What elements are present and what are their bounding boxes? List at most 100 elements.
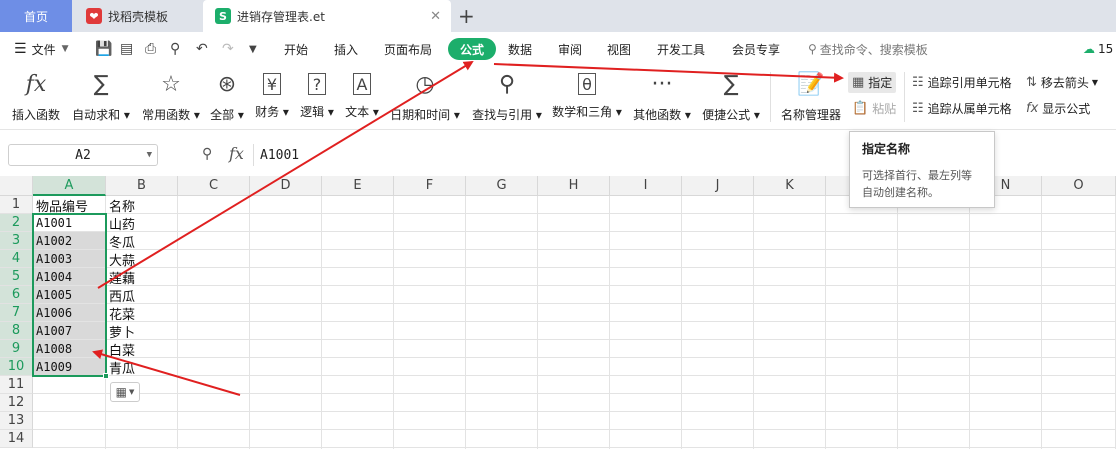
column-header-a[interactable]: A (33, 176, 106, 196)
sheet-grid[interactable]: ABCDEFGHIJKLMNO1234567891011121314物品编号名称… (0, 176, 1116, 449)
file-menu[interactable]: ☰ 文件 ▼ (14, 32, 69, 66)
row-header-10[interactable]: 10 (0, 358, 33, 376)
define-name-button[interactable]: ▦ 指定 (848, 72, 897, 93)
tab-home[interactable]: 首页 (0, 0, 72, 32)
select-all-corner[interactable] (0, 176, 33, 196)
cell-b1[interactable]: 名称 (106, 196, 178, 215)
column-header-k[interactable]: K (754, 176, 826, 196)
tab-template[interactable]: ❤ 找稻壳模板 (74, 0, 200, 32)
menu-page-layout[interactable]: 页面布局 (384, 32, 432, 66)
column-header-g[interactable]: G (466, 176, 538, 196)
menu-formula[interactable]: 公式 (448, 38, 497, 60)
new-tab-button[interactable]: + (458, 4, 475, 28)
trace-precedents-icon: ☷ (912, 75, 924, 90)
column-header-h[interactable]: H (538, 176, 610, 196)
row-header-8[interactable]: 8 (0, 322, 33, 340)
insert-function-button[interactable]: fx 插入函数 (10, 70, 62, 123)
print-icon[interactable]: ⎙ (145, 41, 156, 57)
menu-view[interactable]: 视图 (607, 32, 631, 66)
redo-icon[interactable]: ↷ (222, 41, 234, 57)
row-header-9[interactable]: 9 (0, 340, 33, 358)
cloud-status[interactable]: ☁ 15 (1083, 32, 1113, 66)
cell-b4[interactable]: 大蒜 (106, 250, 178, 269)
save-icon[interactable]: 💾 (95, 41, 112, 57)
cell-b8[interactable]: 萝卜 (106, 322, 178, 341)
menu-developer[interactable]: 开发工具 (657, 32, 705, 66)
column-header-e[interactable]: E (322, 176, 394, 196)
column-header-o[interactable]: O (1042, 176, 1116, 196)
row-header-4[interactable]: 4 (0, 250, 33, 268)
cell-b9[interactable]: 白菜 (106, 340, 178, 359)
quick-formula-button[interactable]: ∑ 便捷公式 ▾ (700, 70, 762, 123)
column-header-d[interactable]: D (250, 176, 322, 196)
chevron-down-icon: ▼ (61, 44, 69, 54)
cell-b6[interactable]: 西瓜 (106, 286, 178, 305)
row-header-6[interactable]: 6 (0, 286, 33, 304)
math-button[interactable]: θ 数学和三角 ▾ (551, 70, 623, 120)
cell-b5[interactable]: 莲藕 (106, 268, 178, 287)
menu-member[interactable]: 会员专享 (732, 32, 780, 66)
finance-button[interactable]: ¥ 财务 ▾ (253, 70, 291, 120)
row-header-12[interactable]: 12 (0, 394, 33, 412)
preview-icon[interactable]: ⚲ (170, 41, 180, 57)
quick-analysis-button[interactable]: ▦ ▼ (110, 382, 140, 402)
cell-b10[interactable]: 青瓜 (106, 358, 178, 377)
paste-name-button[interactable]: 📋 粘贴 (852, 100, 896, 117)
cell-b2[interactable]: 山药 (106, 214, 178, 233)
row-header-3[interactable]: 3 (0, 232, 33, 250)
name-manager-button[interactable]: 📝 名称管理器 (778, 70, 844, 123)
trace-precedents-button[interactable]: ☷ 追踪引用单元格 (912, 74, 1012, 91)
grid-line (33, 447, 1116, 448)
cell-a1[interactable]: 物品编号 (33, 196, 106, 215)
lookup-button[interactable]: ⚲ 查找与引用 ▾ (470, 70, 544, 123)
common-functions-button[interactable]: ☆ 常用函数 ▾ (140, 70, 202, 123)
menu-insert[interactable]: 插入 (334, 32, 358, 66)
column-header-i[interactable]: I (610, 176, 682, 196)
row-header-11[interactable]: 11 (0, 376, 33, 394)
grid-line (33, 357, 1116, 358)
close-icon[interactable]: ✕ (430, 9, 441, 24)
customize-icon[interactable]: ▼ (249, 44, 257, 55)
row-header-13[interactable]: 13 (0, 412, 33, 430)
chevron-down-icon[interactable]: ▼ (147, 150, 152, 160)
command-search[interactable]: ⚲ 查找命令、搜索模板 (808, 32, 928, 66)
star-icon: ☆ (161, 71, 181, 97)
quick-formula-label: 便捷公式 ▾ (702, 108, 760, 122)
cell-b7[interactable]: 花菜 (106, 304, 178, 323)
docer-icon: ❤ (86, 8, 102, 24)
zoom-icon[interactable]: ⚲ (202, 146, 212, 162)
column-header-f[interactable]: F (394, 176, 466, 196)
row-header-14[interactable]: 14 (0, 430, 33, 448)
logic-button[interactable]: ? 逻辑 ▾ (298, 70, 336, 120)
row-header-7[interactable]: 7 (0, 304, 33, 322)
autosum-button[interactable]: ∑ 自动求和 ▾ (70, 70, 132, 123)
name-box[interactable]: A2 ▼ (8, 144, 158, 166)
all-functions-button[interactable]: ⊛ 全部 ▾ (208, 70, 246, 123)
cell-b3[interactable]: 冬瓜 (106, 232, 178, 251)
menu-review[interactable]: 审阅 (558, 32, 582, 66)
fill-handle[interactable] (103, 373, 109, 379)
column-header-b[interactable]: B (106, 176, 178, 196)
remove-arrows-button[interactable]: ⇅ 移去箭头 ▼ (1026, 74, 1098, 91)
grid-line (33, 213, 1116, 214)
function-icon: fx (25, 71, 47, 97)
trace-dependents-button[interactable]: ☷ 追踪从属单元格 (912, 100, 1012, 117)
formula-input[interactable]: A1001 (253, 144, 833, 166)
menu-data[interactable]: 数据 (508, 32, 532, 66)
row-header-1[interactable]: 1 (0, 196, 33, 214)
row-header-2[interactable]: 2 (0, 214, 33, 232)
other-functions-label: 其他函数 ▾ (633, 108, 691, 122)
datetime-button[interactable]: ◷ 日期和时间 ▾ (388, 70, 462, 123)
autosum-label: 自动求和 ▾ (72, 108, 130, 122)
column-header-c[interactable]: C (178, 176, 250, 196)
tab-document[interactable]: S 进销存管理表.et ✕ (203, 0, 451, 32)
text-functions-button[interactable]: A 文本 ▾ (343, 70, 381, 120)
other-functions-button[interactable]: ··· 其他函数 ▾ (631, 70, 693, 123)
undo-icon[interactable]: ↶ (196, 41, 208, 57)
row-header-5[interactable]: 5 (0, 268, 33, 286)
column-header-j[interactable]: J (682, 176, 754, 196)
export-icon[interactable]: ▤ (120, 41, 133, 57)
menu-start[interactable]: 开始 (284, 32, 308, 66)
show-formula-button[interactable]: fx 显示公式 (1026, 100, 1090, 117)
fx-icon[interactable]: fx (229, 144, 244, 163)
